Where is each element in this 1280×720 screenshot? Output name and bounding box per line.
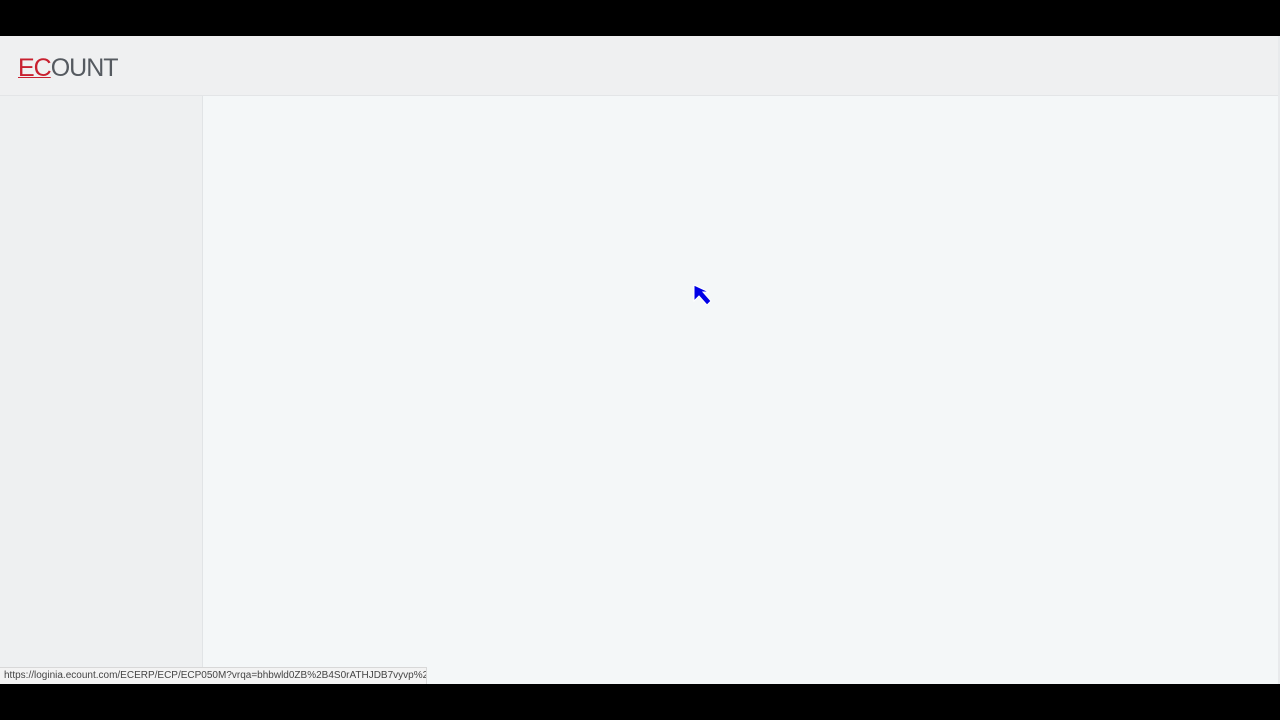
- app-window: EC OUNT https://loginia.ecount.com/ECERP/…: [0, 36, 1280, 684]
- letterbox-top: [0, 0, 1280, 36]
- status-bar-url: https://loginia.ecount.com/ECERP/ECP/ECP…: [0, 667, 427, 684]
- header-bar: EC OUNT: [0, 36, 1280, 96]
- letterbox-bottom: [0, 684, 1280, 720]
- logo-ount-text: OUNT: [50, 54, 119, 82]
- sidebar: [0, 96, 203, 684]
- ecount-logo[interactable]: EC OUNT: [18, 54, 119, 82]
- main-content-area: [203, 96, 1278, 684]
- arrow-cursor-icon: [693, 284, 712, 306]
- logo-ec-text: EC: [18, 54, 52, 82]
